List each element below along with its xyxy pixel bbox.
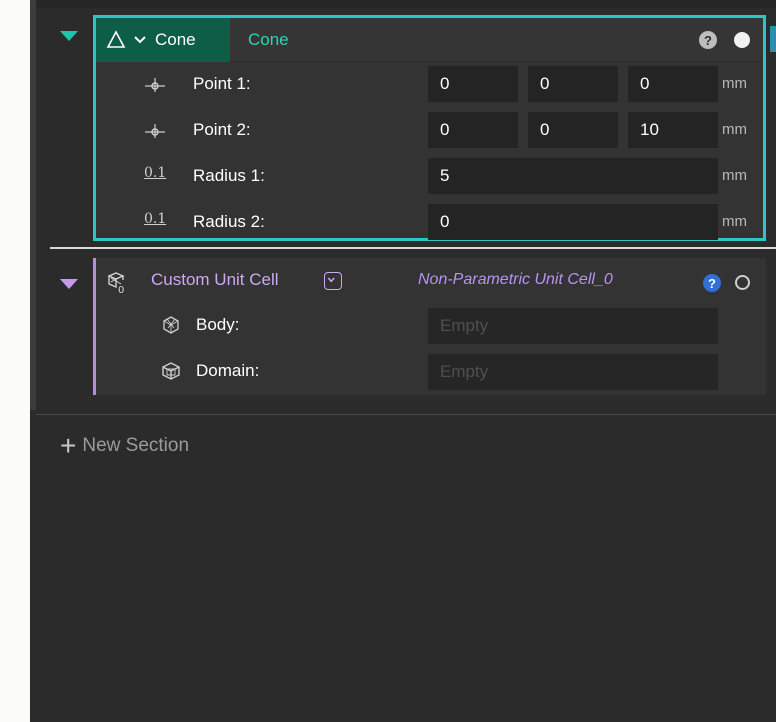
visibility-ring-icon[interactable]	[735, 275, 750, 290]
point-icon	[145, 78, 165, 92]
chevron-down-icon	[327, 277, 335, 283]
point-2-y-input[interactable]: 0	[528, 112, 618, 148]
side-tab[interactable]	[770, 26, 776, 52]
custom-unit-cell-block: 0 Custom Unit Cell Non-Parametric Unit C…	[93, 258, 766, 395]
param-row-radius-2: 0.1 Radius 2: 0 mm	[96, 200, 763, 246]
visibility-dot-icon[interactable]	[734, 32, 750, 48]
new-section-label: New Section	[82, 435, 190, 456]
param-label: Point 1:	[193, 74, 251, 93]
radius-2-input[interactable]: 0	[428, 204, 718, 240]
param-label: Point 2:	[193, 120, 251, 139]
cone-collapse-toggle-icon[interactable]	[60, 31, 78, 41]
radius-1-input[interactable]: 5	[428, 158, 718, 194]
cone-node-name[interactable]: Cone	[248, 30, 289, 50]
decimal-number-icon: 0.1	[144, 165, 167, 181]
domain-box-icon	[162, 362, 180, 380]
param-row-radius-1: 0.1 Radius 1: 5 mm	[96, 154, 763, 200]
point-2-z-input[interactable]: 10	[628, 112, 718, 148]
unit-label: mm	[722, 75, 747, 92]
cone-block: Cone Cone ? Point 1: 0 0 0 mm Point 2: 0…	[93, 15, 766, 241]
unit-cell-title: Custom Unit Cell	[151, 270, 279, 289]
cone-type-label: Cone	[155, 30, 196, 49]
param-label: Domain:	[196, 361, 260, 380]
unit-cell-collapse-toggle-icon[interactable]	[60, 279, 78, 289]
section-separator	[36, 414, 776, 415]
cone-header: Cone Cone ?	[96, 18, 763, 62]
unit-label: mm	[722, 213, 747, 230]
param-label: Body:	[196, 315, 240, 334]
param-row-point-2: Point 2: 0 0 10 mm	[96, 108, 763, 154]
body-input[interactable]: Empty	[428, 308, 718, 344]
unit-cell-dropdown-button[interactable]	[324, 272, 342, 290]
unit-cell-icon: 0	[107, 272, 125, 294]
param-row-body: Body: Empty	[96, 306, 766, 346]
point-1-z-input[interactable]: 0	[628, 66, 718, 102]
new-section-button[interactable]: + New Section	[60, 432, 189, 460]
domain-input[interactable]: Empty	[428, 354, 718, 390]
param-row-domain: Domain: Empty	[96, 352, 766, 392]
point-1-y-input[interactable]: 0	[528, 66, 618, 102]
cone-icon	[106, 30, 126, 48]
scroll-edge[interactable]	[30, 0, 36, 410]
help-icon[interactable]: ?	[703, 274, 721, 292]
param-row-point-1: Point 1: 0 0 0 mm	[96, 62, 763, 108]
body-mesh-icon	[163, 316, 179, 334]
unit-label: mm	[722, 121, 747, 138]
plus-icon: +	[60, 430, 77, 461]
decimal-number-icon: 0.1	[144, 211, 167, 227]
chevron-down-icon	[134, 36, 146, 44]
section-divider	[50, 247, 776, 249]
point-icon	[145, 124, 165, 138]
panel-top-strip	[36, 0, 776, 8]
point-1-x-input[interactable]: 0	[428, 66, 518, 102]
help-icon[interactable]: ?	[699, 31, 717, 49]
unit-label: mm	[722, 167, 747, 184]
param-label: Radius 1:	[193, 166, 265, 185]
point-2-x-input[interactable]: 0	[428, 112, 518, 148]
svg-text:0: 0	[118, 285, 124, 294]
param-label: Radius 2:	[193, 212, 265, 231]
unit-cell-node-name[interactable]: Non-Parametric Unit Cell_0	[418, 271, 613, 289]
cone-type-selector[interactable]: Cone	[96, 18, 230, 62]
